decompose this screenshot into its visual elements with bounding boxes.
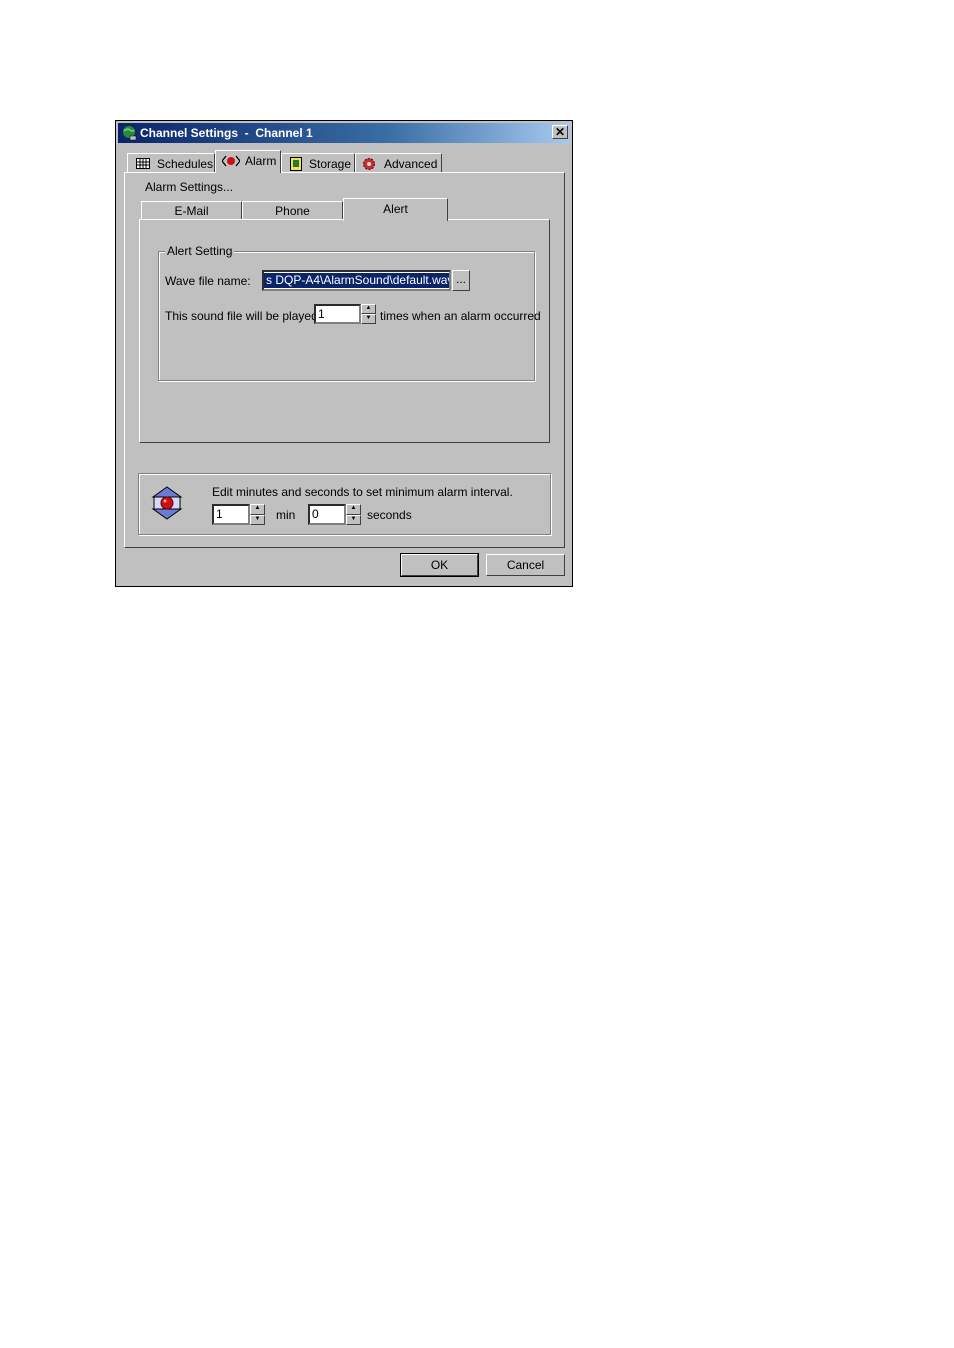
alarm-icon <box>222 155 240 167</box>
spin-down-icon[interactable]: ▼ <box>361 314 376 324</box>
alert-subtab-panel: Alert Setting Wave file name: s DQP-A4\A… <box>139 219 550 443</box>
tab-alarm[interactable]: Alarm <box>215 150 281 173</box>
grid-icon <box>136 158 150 169</box>
gear-icon <box>363 158 375 170</box>
played-suffix: times when an alarm occurred <box>380 309 541 323</box>
wave-file-input[interactable]: s DQP-A4\AlarmSound\default.wav <box>262 270 451 291</box>
subtab-email-label: E-Mail <box>174 204 209 218</box>
interval-sec-label: seconds <box>367 508 412 522</box>
wave-file-label: Wave file name: <box>165 274 251 288</box>
app-globe-icon <box>123 126 137 141</box>
channel-settings-window: Channel Settings - Channel 1 ✕ Schedules… <box>115 120 573 587</box>
interval-description: Edit minutes and seconds to set minimum … <box>212 485 513 499</box>
spin-up-icon[interactable]: ▲ <box>361 304 376 314</box>
tab-advanced[interactable]: Advanced <box>355 153 442 173</box>
alert-setting-group: Alert Setting Wave file name: s DQP-A4\A… <box>158 244 541 381</box>
subtab-email[interactable]: E-Mail <box>141 201 242 220</box>
play-count-input[interactable]: 1 <box>314 304 361 324</box>
tab-storage[interactable]: Storage <box>281 153 355 173</box>
tab-alarm-label: Alarm <box>245 154 277 168</box>
spin-down-icon[interactable]: ▼ <box>250 514 265 525</box>
interval-min-label: min <box>276 508 296 522</box>
alert-setting-title: Alert Setting <box>165 244 235 258</box>
tab-schedules-label: Schedules <box>157 157 214 171</box>
subtab-phone[interactable]: Phone <box>242 201 343 220</box>
ok-button-label: OK <box>430 558 449 572</box>
interval-sec-spinner[interactable]: ▲ ▼ <box>346 504 361 525</box>
tab-schedules[interactable]: Schedules <box>127 153 215 173</box>
ok-button[interactable]: OK <box>400 553 479 577</box>
cancel-button-label: Cancel <box>506 558 545 572</box>
interval-min-spinner[interactable]: ▲ ▼ <box>250 504 265 525</box>
subtab-phone-label: Phone <box>275 204 310 218</box>
close-icon: ✕ <box>554 125 566 139</box>
storage-icon <box>290 157 302 171</box>
played-label: This sound file will be played <box>165 309 318 323</box>
interval-min-input[interactable]: 1 <box>212 504 250 525</box>
interval-sec-input[interactable]: 0 <box>308 504 346 525</box>
browse-button[interactable]: ... <box>452 270 470 291</box>
window-title: Channel Settings - Channel 1 <box>140 126 313 140</box>
spin-up-icon[interactable]: ▲ <box>250 504 265 515</box>
alarm-interval-group: Edit minutes and seconds to set minimum … <box>138 473 551 535</box>
wave-file-value: s DQP-A4\AlarmSound\default.wav <box>264 273 449 288</box>
play-count-value: 1 <box>318 307 325 321</box>
close-button[interactable]: ✕ <box>552 125 568 139</box>
interval-min-value: 1 <box>216 507 223 521</box>
tab-storage-label: Storage <box>309 157 352 171</box>
play-count-spinner[interactable]: ▲ ▼ <box>361 304 376 324</box>
alarm-interval-icon <box>151 486 183 520</box>
subtab-alert-label: Alert <box>383 202 408 216</box>
alarm-tab-panel: Alarm Settings... E-Mail Phone Alert Ale… <box>124 172 565 548</box>
spin-up-icon[interactable]: ▲ <box>346 504 361 515</box>
browse-button-label: ... <box>455 272 466 286</box>
tab-advanced-label: Advanced <box>384 157 438 171</box>
title-bar[interactable]: Channel Settings - Channel 1 ✕ <box>118 123 570 143</box>
alarm-settings-label: Alarm Settings... <box>145 180 234 194</box>
spin-down-icon[interactable]: ▼ <box>346 514 361 525</box>
cancel-button[interactable]: Cancel <box>486 554 565 576</box>
subtab-alert[interactable]: Alert <box>343 198 448 221</box>
interval-sec-value: 0 <box>312 507 319 521</box>
